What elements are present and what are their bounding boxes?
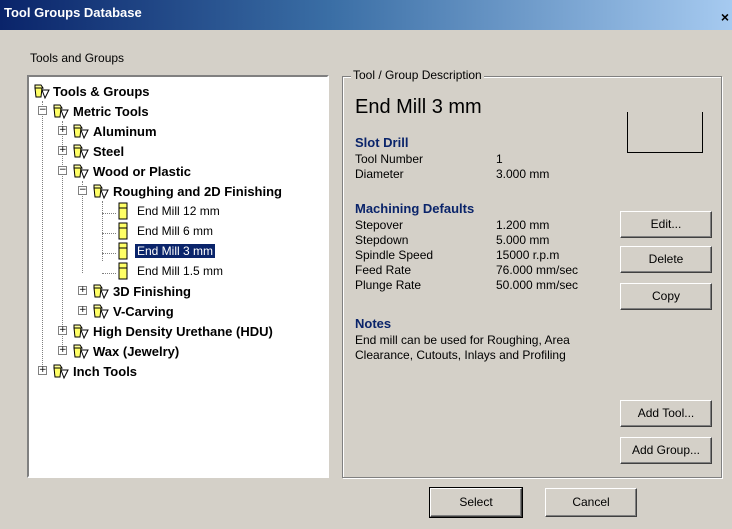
folder-group-icon	[72, 322, 90, 343]
folder-group-icon	[72, 122, 90, 143]
expand-icon[interactable]: +	[58, 146, 67, 155]
tree-node-end-mill-6[interactable]: End Mill 6 mm	[29, 221, 325, 241]
tree-node-label: V-Carving	[113, 304, 174, 319]
tree-node-label: Aluminum	[93, 124, 157, 139]
tree-node-label: End Mill 6 mm	[137, 224, 214, 238]
add-tool-button[interactable]: Add Tool...	[620, 400, 712, 427]
tree-node-metric-tools[interactable]: − Metric Tools	[29, 101, 325, 121]
folder-group-icon	[52, 362, 70, 383]
select-button[interactable]: Select	[429, 487, 523, 518]
tree-node-end-mill-12[interactable]: End Mill 12 mm	[29, 201, 325, 221]
tree-node-wax[interactable]: + Wax (Jewelry)	[29, 341, 325, 361]
folder-group-icon	[33, 82, 51, 103]
tool-tree[interactable]: Tools & Groups − Metric Tools + Aluminum…	[27, 75, 329, 478]
tool-number-value: 1	[496, 152, 503, 166]
tree-node-label: High Density Urethane (HDU)	[93, 324, 273, 339]
expand-icon[interactable]: +	[78, 286, 87, 295]
close-icon[interactable]: ×	[718, 10, 732, 26]
expand-icon[interactable]: +	[58, 346, 67, 355]
feed-rate-label: Feed Rate	[355, 263, 412, 277]
tree-node-label: 3D Finishing	[113, 284, 191, 299]
expand-icon[interactable]: +	[78, 306, 87, 315]
tree-node-3d-finishing[interactable]: + 3D Finishing	[29, 281, 325, 301]
tree-node-aluminum[interactable]: + Aluminum	[29, 121, 325, 141]
tree-node-v-carving[interactable]: + V-Carving	[29, 301, 325, 321]
end-mill-tool-icon	[117, 202, 129, 223]
expand-icon[interactable]: +	[38, 366, 47, 375]
tree-node-roughing-2d[interactable]: − Roughing and 2D Finishing	[29, 181, 325, 201]
tree-node-inch-tools[interactable]: + Inch Tools	[29, 361, 325, 381]
tree-node-label: Wax (Jewelry)	[93, 344, 180, 359]
end-mill-tool-icon	[117, 242, 129, 263]
end-mill-tool-icon	[117, 262, 129, 283]
tool-name: End Mill 3 mm	[355, 96, 482, 118]
cancel-button[interactable]: Cancel	[545, 488, 637, 517]
expand-icon[interactable]: +	[58, 126, 67, 135]
plunge-rate-value: 50.000 mm/sec	[496, 278, 579, 292]
collapse-icon[interactable]: −	[58, 166, 67, 175]
add-group-button[interactable]: Add Group...	[620, 437, 712, 464]
tree-node-label: Tools & Groups	[53, 84, 150, 99]
window-title: Tool Groups Database	[4, 5, 142, 20]
tree-node-hdu[interactable]: + High Density Urethane (HDU)	[29, 321, 325, 341]
machining-defaults-heading: Machining Defaults	[355, 201, 475, 216]
collapse-icon[interactable]: −	[78, 186, 87, 195]
end-mill-tool-icon	[117, 222, 129, 243]
stepover-label: Stepover	[355, 218, 404, 232]
folder-group-icon	[92, 302, 110, 323]
tree-node-label: Steel	[93, 144, 125, 159]
notes-heading: Notes	[355, 316, 392, 331]
description-group-label: Tool / Group Description	[351, 68, 484, 82]
notes-line: Clearance, Cutouts, Inlays and Profiling	[355, 348, 566, 362]
tree-node-label: Inch Tools	[73, 364, 138, 379]
tree-node-label: Wood or Plastic	[93, 164, 191, 179]
spindle-speed-label: Spindle Speed	[355, 248, 434, 262]
folder-group-icon	[52, 102, 70, 123]
feed-rate-value: 76.000 mm/sec	[496, 263, 579, 277]
tree-node-end-mill-1-5[interactable]: End Mill 1.5 mm	[29, 261, 325, 281]
folder-group-icon	[92, 282, 110, 303]
title-bar[interactable]: Tool Groups Database ×	[0, 0, 732, 30]
tools-and-groups-label: Tools and Groups	[30, 51, 125, 65]
stepover-value: 1.200 mm	[496, 218, 550, 232]
delete-button[interactable]: Delete	[620, 246, 712, 273]
tree-node-label-selected: End Mill 3 mm	[133, 243, 217, 259]
tree-node-steel[interactable]: + Steel	[29, 141, 325, 161]
tree-node-label: End Mill 12 mm	[137, 204, 220, 218]
stepdown-label: Stepdown	[355, 233, 409, 247]
copy-button[interactable]: Copy	[620, 283, 712, 310]
tree-node-end-mill-3[interactable]: End Mill 3 mm	[29, 241, 325, 261]
tree-node-label: End Mill 1.5 mm	[137, 264, 224, 278]
folder-group-icon	[72, 162, 90, 183]
folder-group-icon	[72, 142, 90, 163]
tool-preview	[627, 112, 703, 153]
folder-group-icon	[92, 182, 110, 203]
tree-node-root[interactable]: Tools & Groups	[29, 81, 325, 101]
diameter-value: 3.000 mm	[496, 167, 550, 181]
notes-line: End mill can be used for Roughing, Area	[355, 333, 570, 347]
edit-button[interactable]: Edit...	[620, 211, 712, 238]
spindle-speed-value: 15000 r.p.m	[496, 248, 560, 262]
plunge-rate-label: Plunge Rate	[355, 278, 422, 292]
tool-number-label: Tool Number	[355, 152, 424, 166]
tree-node-label: Metric Tools	[73, 104, 149, 119]
tree-node-label: Roughing and 2D Finishing	[113, 184, 282, 199]
folder-group-icon	[72, 342, 90, 363]
tree-node-wood-or-plastic[interactable]: − Wood or Plastic	[29, 161, 325, 181]
tool-groups-dialog: Tool Groups Database × Tools and Groups …	[0, 0, 732, 529]
collapse-icon[interactable]: −	[38, 106, 47, 115]
stepdown-value: 5.000 mm	[496, 233, 550, 247]
tool-type-heading: Slot Drill	[355, 135, 409, 150]
diameter-label: Diameter	[355, 167, 404, 181]
expand-icon[interactable]: +	[58, 326, 67, 335]
